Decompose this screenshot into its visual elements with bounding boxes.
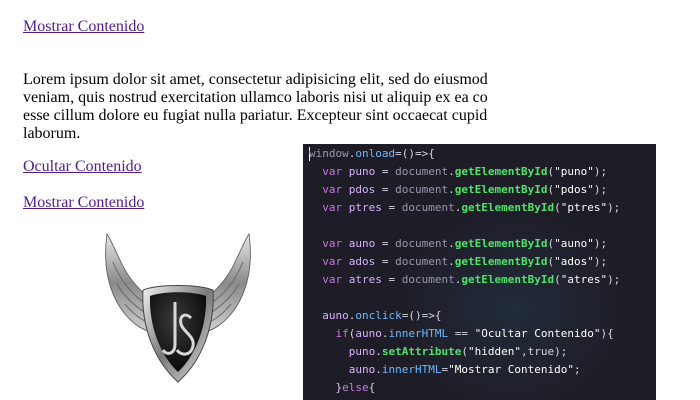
paragraph-line: esse cillum dolore eu fugiat nulla paria… (23, 107, 488, 124)
paragraph-line: laborum. (23, 125, 81, 142)
code-line: window.onload=()=>{ (309, 147, 435, 160)
code-line: auno.onclick=()=>{ (322, 309, 442, 322)
hide-content-link[interactable]: Ocultar Contenido (23, 158, 142, 176)
code-line: var ados = document.getElementById("ados… (322, 255, 608, 268)
lorem-paragraph: Lorem ipsum dolor sit amet, consectetur … (23, 71, 490, 143)
code-line: var atres = document.getElementById("atr… (322, 273, 621, 286)
paragraph-line: veniam, quis nostrud exercitation ullamc… (23, 89, 488, 106)
code-line: var pdos = document.getElementById("pdos… (322, 183, 608, 196)
winged-shield-icon (105, 232, 251, 383)
winged-shield-js-logo (103, 232, 253, 384)
code-line: var puno = document.getElementById("puno… (322, 165, 608, 178)
code-line: auno.innerHTML="Mostrar Contenido"; (348, 363, 581, 376)
show-content-link-top[interactable]: Mostrar Contenido (23, 18, 144, 36)
code-line: }else{ (309, 381, 376, 394)
code-line: var ptres = document.getElementById("ptr… (322, 201, 621, 214)
code-line: puno.setAttribute("hidden",true); (348, 345, 568, 358)
code-screenshot: window.onload=()=>{ var puno = document.… (303, 144, 656, 400)
show-content-link-bottom[interactable]: Mostrar Contenido (23, 194, 144, 212)
paragraph-line: Lorem ipsum dolor sit amet, consectetur … (23, 71, 488, 88)
code-line: if(auno.innerHTML == "Ocultar Contenido"… (335, 327, 614, 340)
code-line: var auno = document.getElementById("auno… (322, 237, 608, 250)
